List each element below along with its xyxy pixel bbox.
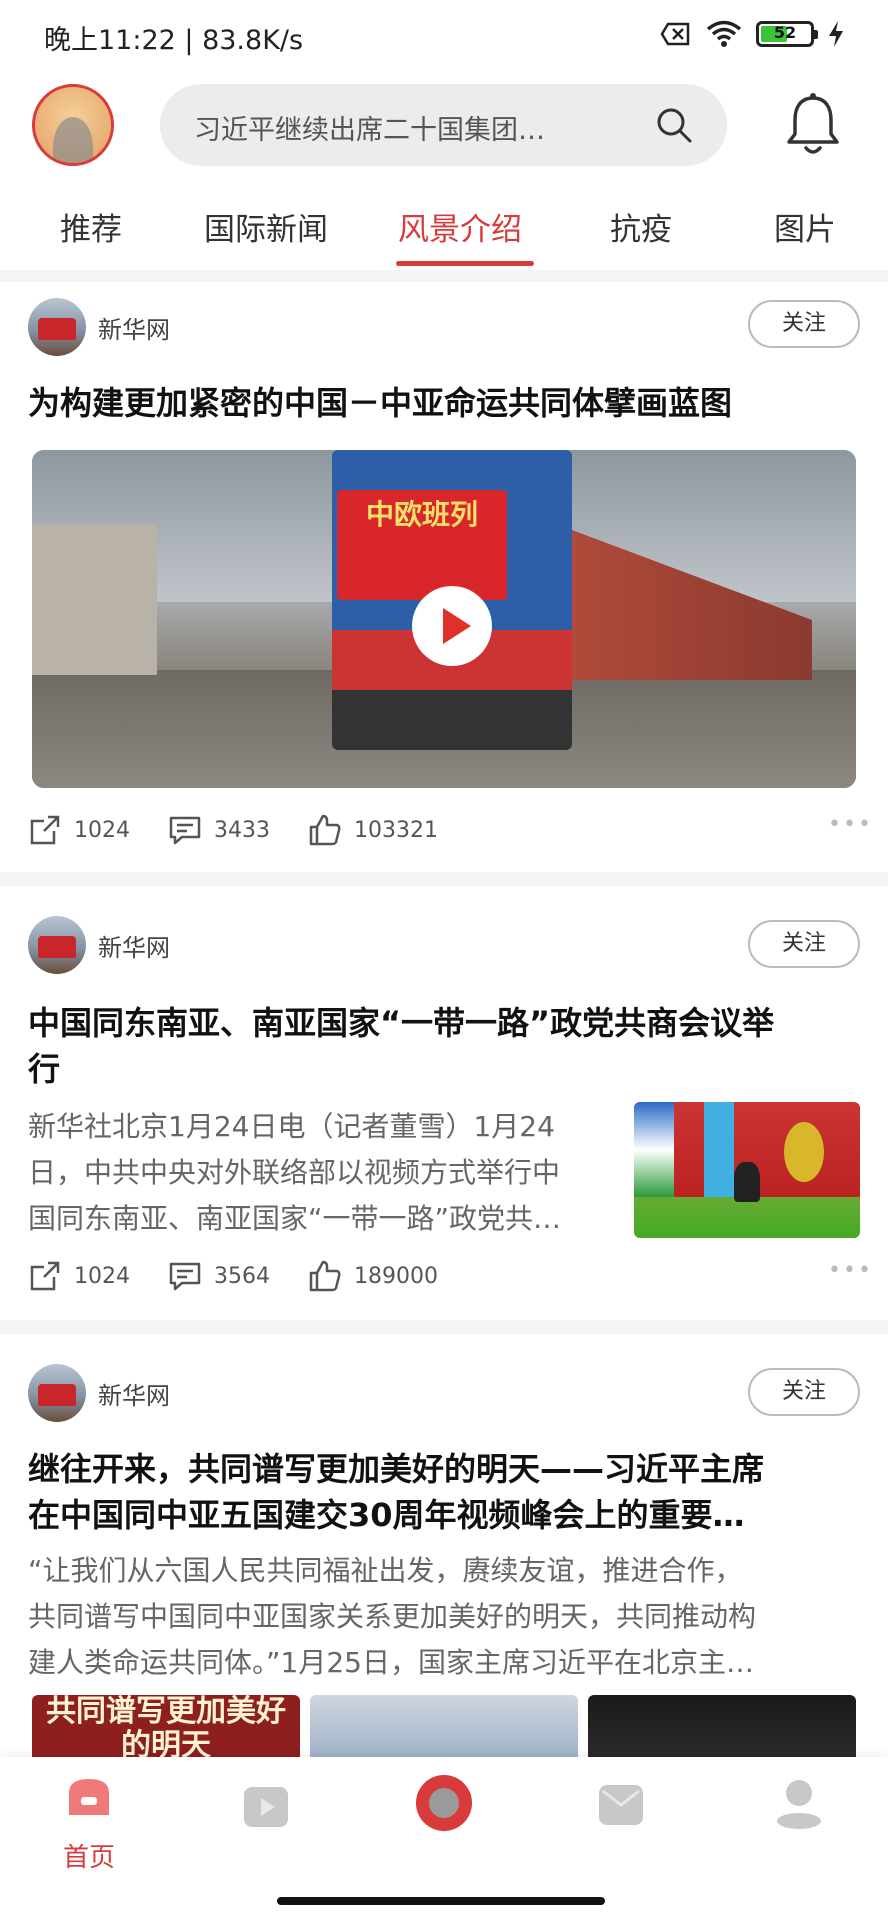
summary-line: 新华社北京1月24日电（记者董雪）1月24 (28, 1110, 555, 1143)
battery-icon: 52 (756, 21, 818, 47)
charging-icon (829, 21, 843, 47)
no-sim-icon (660, 22, 690, 46)
card-title[interactable]: 继往开来，共同谱写更加美好的明天——习近平主席 在中国同中亚五国建交30周年视频… (28, 1446, 860, 1538)
like-stat[interactable]: 189000 (308, 1259, 438, 1293)
search-icon[interactable] (655, 106, 693, 144)
bell-icon[interactable] (783, 92, 843, 158)
card-title-line: 在中国同中亚五国建交30周年视频峰会上的重要… (28, 1496, 745, 1534)
more-options-icon[interactable]: ••• (828, 812, 873, 837)
summary-line: 共同谱写中国同中亚国家关系更加美好的明天，共同推动构 (28, 1600, 757, 1633)
comment-stat[interactable]: 3564 (168, 1259, 270, 1293)
tab-pictures[interactable]: 图片 (774, 204, 836, 249)
news-image[interactable] (310, 1695, 578, 1757)
header: 习近平继续出席二十国集团… (0, 72, 888, 182)
nav-video[interactable] (206, 1757, 326, 1867)
news-image[interactable] (588, 1695, 856, 1757)
share-stat[interactable]: 1024 (28, 1259, 130, 1293)
tab-scenery[interactable]: 风景介绍 (398, 204, 522, 249)
image-caption: 共同谱写更加美好的明天 (46, 1695, 286, 1757)
thumbs-up-icon (309, 1260, 341, 1292)
summary-line: 日，中共中央对外联络部以视频方式举行中 (28, 1156, 561, 1189)
summary-line: 建人类命运共同体。”1月25日，国家主席习近平在北京主… (28, 1646, 754, 1679)
share-stat[interactable]: 1024 (28, 813, 130, 847)
search-input[interactable]: 习近平继续出席二十国集团… (194, 108, 545, 147)
card-title-line: 中国同东南亚、南亚国家“一带一路”政党共商会议举 (28, 1004, 775, 1042)
video-thumbnail[interactable]: 中欧班列 (32, 450, 856, 788)
nav-messages[interactable] (561, 1757, 681, 1867)
follow-button[interactable]: 关注 (748, 1368, 860, 1416)
card-title[interactable]: 中国同东南亚、南亚国家“一带一路”政党共商会议举 行 (28, 1000, 860, 1092)
home-icon (69, 1779, 109, 1815)
source-avatar[interactable] (28, 1364, 86, 1422)
comment-icon (169, 816, 201, 845)
stats-row: 1024 3433 103321 (28, 810, 476, 850)
battery-level: 52 (773, 23, 797, 42)
nav-home-label: 首页 (62, 1843, 115, 1873)
mail-icon (599, 1785, 643, 1825)
nav-center[interactable] (384, 1757, 504, 1867)
comment-count: 3564 (214, 1263, 270, 1289)
divider (0, 1320, 888, 1334)
news-card[interactable]: 新华网 关注 中国同东南亚、南亚国家“一带一路”政党共商会议举 行 新华社北京1… (0, 886, 888, 1320)
divider (0, 872, 888, 886)
comment-icon (169, 1262, 201, 1291)
news-image[interactable]: 共同谱写更加美好的明天 (32, 1695, 300, 1757)
play-icon[interactable] (412, 586, 492, 666)
source-name[interactable]: 新华网 (98, 1376, 170, 1411)
user-avatar[interactable] (32, 84, 114, 166)
follow-button[interactable]: 关注 (748, 300, 860, 348)
active-tab-indicator (396, 261, 534, 266)
comment-count: 3433 (214, 817, 270, 843)
share-count: 1024 (74, 1263, 130, 1289)
nav-profile[interactable] (739, 1757, 859, 1867)
bottom-navigation: 首页 (0, 1757, 888, 1920)
like-count: 189000 (354, 1263, 438, 1289)
more-options-icon[interactable]: ••• (828, 1258, 873, 1283)
search-bar[interactable]: 习近平继续出席二十国集团… (160, 84, 727, 166)
share-icon (30, 1261, 60, 1291)
center-logo-icon (416, 1775, 472, 1833)
news-card[interactable]: 新华网 关注 为构建更加紧密的中国－中亚命运共同体擘画蓝图 中欧班列 1024 … (0, 282, 888, 872)
share-icon (30, 815, 60, 845)
comment-stat[interactable]: 3433 (168, 813, 270, 847)
source-avatar[interactable] (28, 916, 86, 974)
nav-home[interactable]: 首页 (29, 1757, 149, 1873)
like-stat[interactable]: 103321 (308, 813, 438, 847)
tab-international-news[interactable]: 国际新闻 (204, 204, 328, 249)
profile-icon (777, 1780, 821, 1829)
stats-row: 1024 3564 189000 (28, 1256, 476, 1296)
video-icon (244, 1787, 288, 1827)
card-summary[interactable]: “让我们从六国人民共同福祉出发，赓续友谊，推进合作， 共同谱写中国同中亚国家关系… (28, 1548, 868, 1686)
follow-button[interactable]: 关注 (748, 920, 860, 968)
status-icons: 52 (660, 20, 844, 48)
share-count: 1024 (74, 817, 130, 843)
card-title-line: 行 (28, 1050, 61, 1088)
wifi-icon (706, 20, 742, 47)
video-banner-text: 中欧班列 (337, 490, 507, 600)
category-tabs: 推荐 国际新闻 风景介绍 抗疫 图片 (0, 192, 888, 270)
divider (0, 270, 888, 282)
source-name[interactable]: 新华网 (98, 928, 170, 963)
like-count: 103321 (354, 817, 438, 843)
source-name[interactable]: 新华网 (98, 310, 170, 345)
status-bar: 晚上11:22 | 83.8K/s 52 (0, 0, 888, 72)
thumbs-up-icon (309, 814, 341, 846)
card-summary[interactable]: 新华社北京1月24日电（记者董雪）1月24 日，中共中央对外联络部以视频方式举行… (28, 1104, 628, 1242)
tab-anti-epidemic[interactable]: 抗疫 (610, 204, 672, 249)
source-avatar[interactable] (28, 298, 86, 356)
news-thumbnail[interactable] (634, 1102, 860, 1238)
news-card[interactable]: 新华网 关注 继往开来，共同谱写更加美好的明天——习近平主席 在中国同中亚五国建… (0, 1334, 888, 1757)
card-title[interactable]: 为构建更加紧密的中国－中亚命运共同体擘画蓝图 (28, 380, 860, 426)
tab-recommend[interactable]: 推荐 (60, 204, 122, 249)
summary-line: 国同东南亚、南亚国家“一带一路”政党共… (28, 1202, 562, 1235)
status-time: 晚上11:22 | 83.8K/s (44, 25, 304, 56)
card-title-line: 继往开来，共同谱写更加美好的明天——习近平主席 (28, 1450, 765, 1488)
home-indicator[interactable] (277, 1897, 605, 1905)
summary-line: “让我们从六国人民共同福祉出发，赓续友谊，推进合作， (28, 1554, 743, 1587)
